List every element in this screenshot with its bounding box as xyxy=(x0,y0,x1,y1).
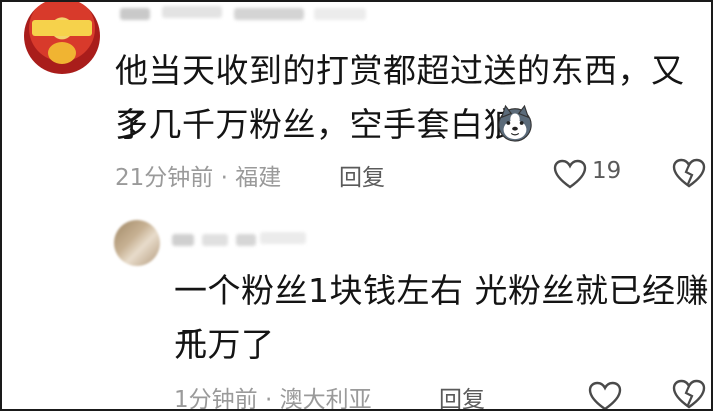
user-avatar[interactable] xyxy=(114,220,160,266)
dislike-heart-icon[interactable] xyxy=(672,157,706,189)
heart-icon[interactable] xyxy=(588,381,622,411)
blurred-username xyxy=(162,6,222,18)
reply-button[interactable]: 回复 xyxy=(339,158,385,192)
blurred-username xyxy=(234,8,304,20)
blurred-username xyxy=(314,8,366,20)
husky-dog-emoji xyxy=(498,104,532,142)
blurred-username xyxy=(236,234,256,246)
like-count: 19 xyxy=(592,158,622,184)
reply-button[interactable]: 回复 xyxy=(439,380,485,409)
blurred-username[interactable] xyxy=(120,8,150,20)
user-avatar[interactable] xyxy=(24,2,100,74)
comment-text: 了几千万粉丝，空手套白狼 xyxy=(115,105,517,144)
comment-meta: 21分钟前 · 福建 xyxy=(115,165,282,191)
avatar-decoration xyxy=(48,42,76,64)
blurred-username xyxy=(260,232,306,244)
heart-icon[interactable] xyxy=(553,159,587,189)
avatar-decoration xyxy=(32,20,92,36)
blurred-username xyxy=(202,234,228,246)
dislike-heart-icon[interactable] xyxy=(672,378,706,410)
comment-meta: 1分钟前 · 澳大利亚 xyxy=(174,387,372,411)
comment-thread: 他当天收到的打赏都超过送的东西，又多 了几千万粉丝，空手套白狼 21分钟前 · … xyxy=(0,0,713,411)
comment-text: 千万了 xyxy=(174,325,275,364)
blurred-username[interactable] xyxy=(172,234,194,246)
